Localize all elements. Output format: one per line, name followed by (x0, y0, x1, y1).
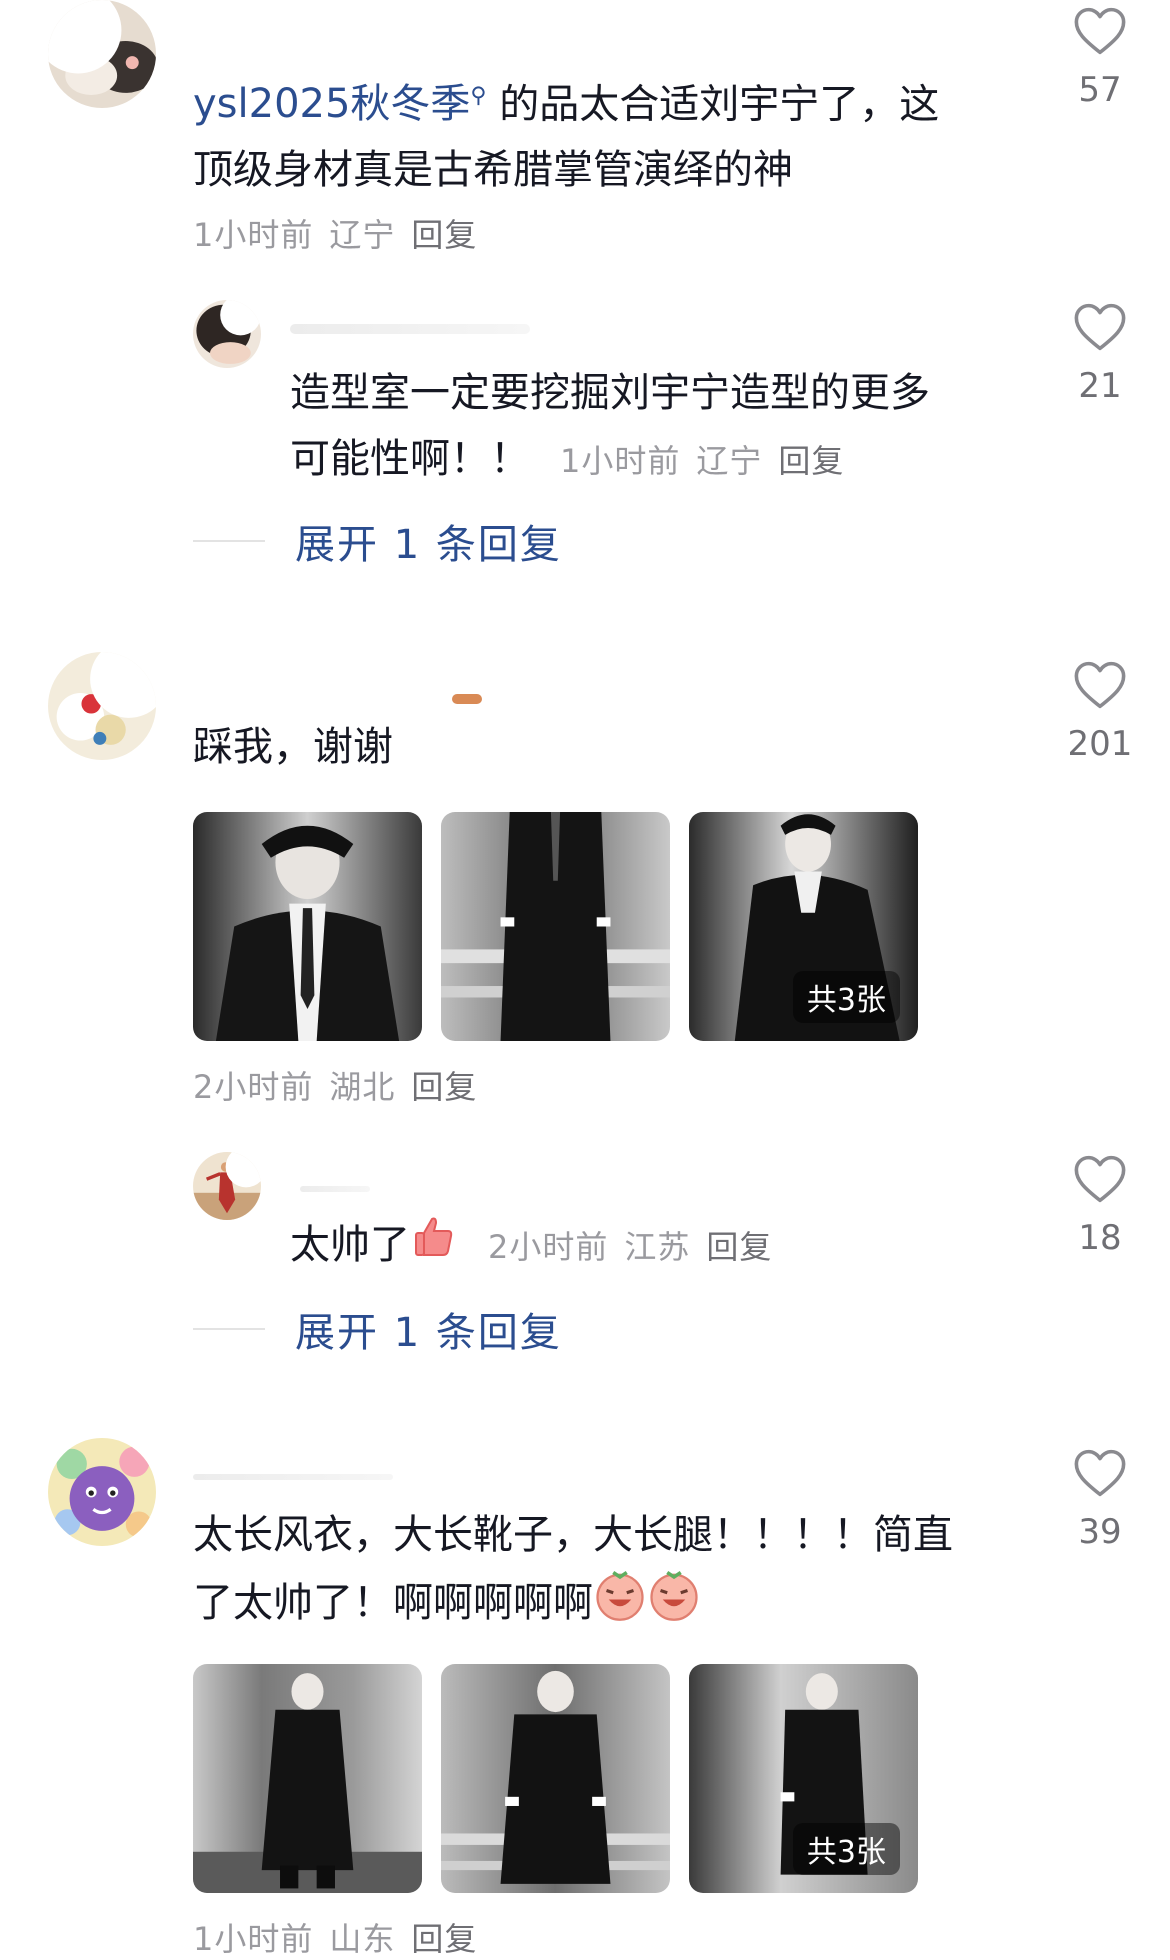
heart-outline-icon (1074, 1155, 1126, 1203)
heart-outline-icon (1074, 1449, 1126, 1497)
reply-meta: 2小时前 江苏 回复 (488, 1228, 788, 1266)
heart-outline-icon (1074, 7, 1126, 55)
reply-button[interactable]: 回复 (411, 1068, 477, 1106)
thumbs-up-emoji (410, 1213, 458, 1281)
like-count: 18 (1078, 1218, 1122, 1258)
comment-meta: 2小时前 湖北 回复 (193, 1062, 493, 1108)
expand-replies-label[interactable]: 展开 1 条回复 (295, 1300, 562, 1358)
photo-count-badge: 共3张 (792, 971, 900, 1023)
reply-text-line2: 可能性啊！！ (290, 436, 530, 482)
comment-meta: 1小时前 山东 回复 (193, 1914, 493, 1960)
reply-location: 江苏 (624, 1228, 691, 1266)
reply-button[interactable]: 回复 (411, 1920, 477, 1958)
username-blurred (290, 324, 530, 334)
username-blurred (452, 694, 482, 704)
reply-text-line1: 造型室一定要挖掘刘宇宁造型的更多 (290, 370, 930, 416)
heart-outline-icon (1074, 661, 1126, 709)
comment-time: 1小时前 (193, 1920, 314, 1958)
expand-replies[interactable]: 展开 1 条回复 (193, 512, 562, 570)
avatar[interactable] (48, 652, 156, 760)
comment-text: 踩我，谢谢 (193, 724, 393, 770)
comment-text: 太长风衣，大长靴子，大长腿！！！！简直 了太帅了！啊啊啊啊啊 (193, 1502, 1033, 1642)
heart-outline-icon (1074, 303, 1126, 351)
reply-text-main: 太帅了 (290, 1222, 410, 1268)
comment-time: 2小时前 (193, 1068, 314, 1106)
avatar[interactable] (48, 0, 156, 108)
like-count: 21 (1078, 366, 1122, 406)
like-count: 39 (1078, 1512, 1122, 1552)
reply-time: 1小时前 (560, 442, 681, 480)
comment-location: 山东 (329, 1920, 396, 1958)
reply-button[interactable]: 回复 (706, 1228, 772, 1266)
like-button[interactable]: 18 (1040, 1154, 1160, 1258)
reply-button[interactable]: 回复 (411, 216, 477, 254)
comment-meta: 1小时前 辽宁 回复 (193, 210, 493, 256)
reply-location: 辽宁 (696, 442, 763, 480)
comment-text-line2: 顶级身材真是古希腊掌管演绎的神 (193, 147, 793, 194)
divider-line (193, 540, 265, 542)
reply-time: 2小时前 (488, 1228, 609, 1266)
username-blurred (300, 1186, 370, 1192)
search-keyword-link[interactable]: ysl2025秋冬季⚲ (193, 81, 487, 127)
like-button[interactable]: 39 (1040, 1448, 1160, 1552)
like-count: 57 (1078, 70, 1122, 110)
expand-replies[interactable]: 展开 1 条回复 (193, 1300, 562, 1358)
expand-replies-label[interactable]: 展开 1 条回复 (295, 512, 562, 570)
laughing-emoji (593, 1568, 647, 1642)
comment-photo[interactable] (193, 1664, 422, 1893)
search-icon: ⚲ (470, 84, 487, 109)
comment-photo[interactable]: 共3张 (689, 1664, 918, 1893)
comment-text-part: 的品太合适刘宇宁了，这 (499, 81, 940, 128)
divider-line (193, 1328, 265, 1330)
comment-text-line1: 太长风衣，大长靴子，大长腿！！！！简直 (193, 1512, 953, 1558)
reply-text: 太帅了 2小时前 江苏 回复 (290, 1212, 1030, 1281)
comment-photo[interactable]: 共3张 (689, 812, 918, 1041)
reply-meta: 1小时前 辽宁 回复 (560, 442, 860, 480)
like-button[interactable]: 57 (1040, 6, 1160, 110)
reply-text: 造型室一定要挖掘刘宇宁造型的更多 可能性啊！！ 1小时前 辽宁 回复 (290, 360, 1030, 494)
comment-text: ysl2025秋冬季⚲ 的品太合适刘宇宁了，这 顶级身材真是古希腊掌管演绎的神 (193, 64, 1013, 203)
photo-count-badge: 共3张 (792, 1823, 900, 1875)
like-button[interactable]: 201 (1040, 660, 1160, 764)
username-blurred (193, 1474, 393, 1480)
like-button[interactable]: 21 (1040, 302, 1160, 406)
avatar[interactable] (193, 1152, 261, 1220)
avatar[interactable] (48, 1438, 156, 1546)
comment-text-line2: 了太帅了！啊啊啊啊啊 (193, 1580, 593, 1626)
avatar[interactable] (193, 300, 261, 368)
laughing-emoji (647, 1568, 701, 1642)
comment-photo[interactable] (193, 812, 422, 1041)
comment-photo[interactable] (441, 812, 670, 1041)
comment-photo[interactable] (441, 1664, 670, 1893)
reply-button[interactable]: 回复 (778, 442, 844, 480)
comment-location: 辽宁 (329, 216, 396, 254)
like-count: 201 (1067, 724, 1133, 764)
comment-time: 1小时前 (193, 216, 314, 254)
comment-location: 湖北 (329, 1068, 396, 1106)
